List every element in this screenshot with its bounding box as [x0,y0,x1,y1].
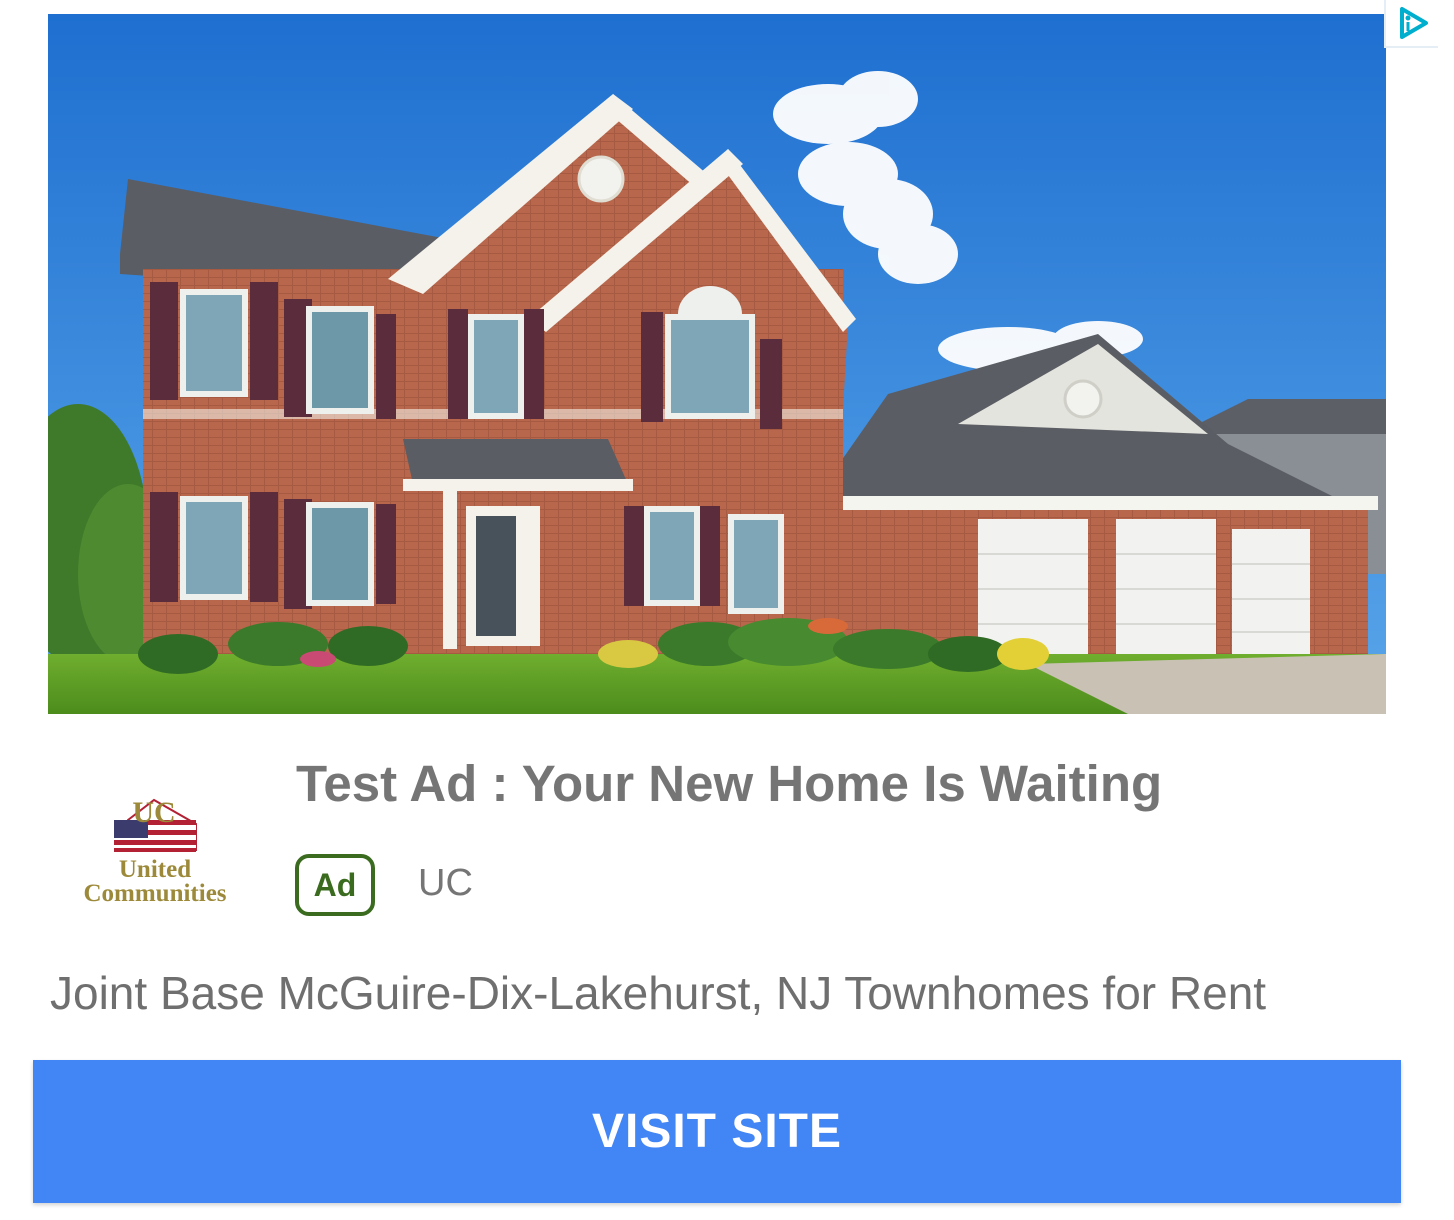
native-ad-card[interactable]: UC United Communities Test Ad : Your New… [0,0,1454,1220]
logo-brand-line2: Communities [83,880,227,907]
ad-description: Joint Base McGuire-Dix-Lakehurst, NJ Tow… [50,967,1267,1019]
advertiser-name: UC [418,862,473,904]
house-hero-image[interactable] [48,14,1386,714]
ad-headline[interactable]: Test Ad : Your New Home Is Waiting [296,754,1162,813]
visit-site-button[interactable]: VISIT SITE [33,1060,1401,1203]
adchoices-button[interactable] [1384,0,1438,48]
house-photo-illustration [48,14,1386,714]
ad-label-badge: Ad [295,854,375,916]
logo-monogram: UC [132,796,175,829]
advertiser-logo[interactable]: UC United Communities [62,790,248,920]
united-communities-logo-mark: UC [114,796,197,852]
adchoices-icon [1400,7,1428,39]
